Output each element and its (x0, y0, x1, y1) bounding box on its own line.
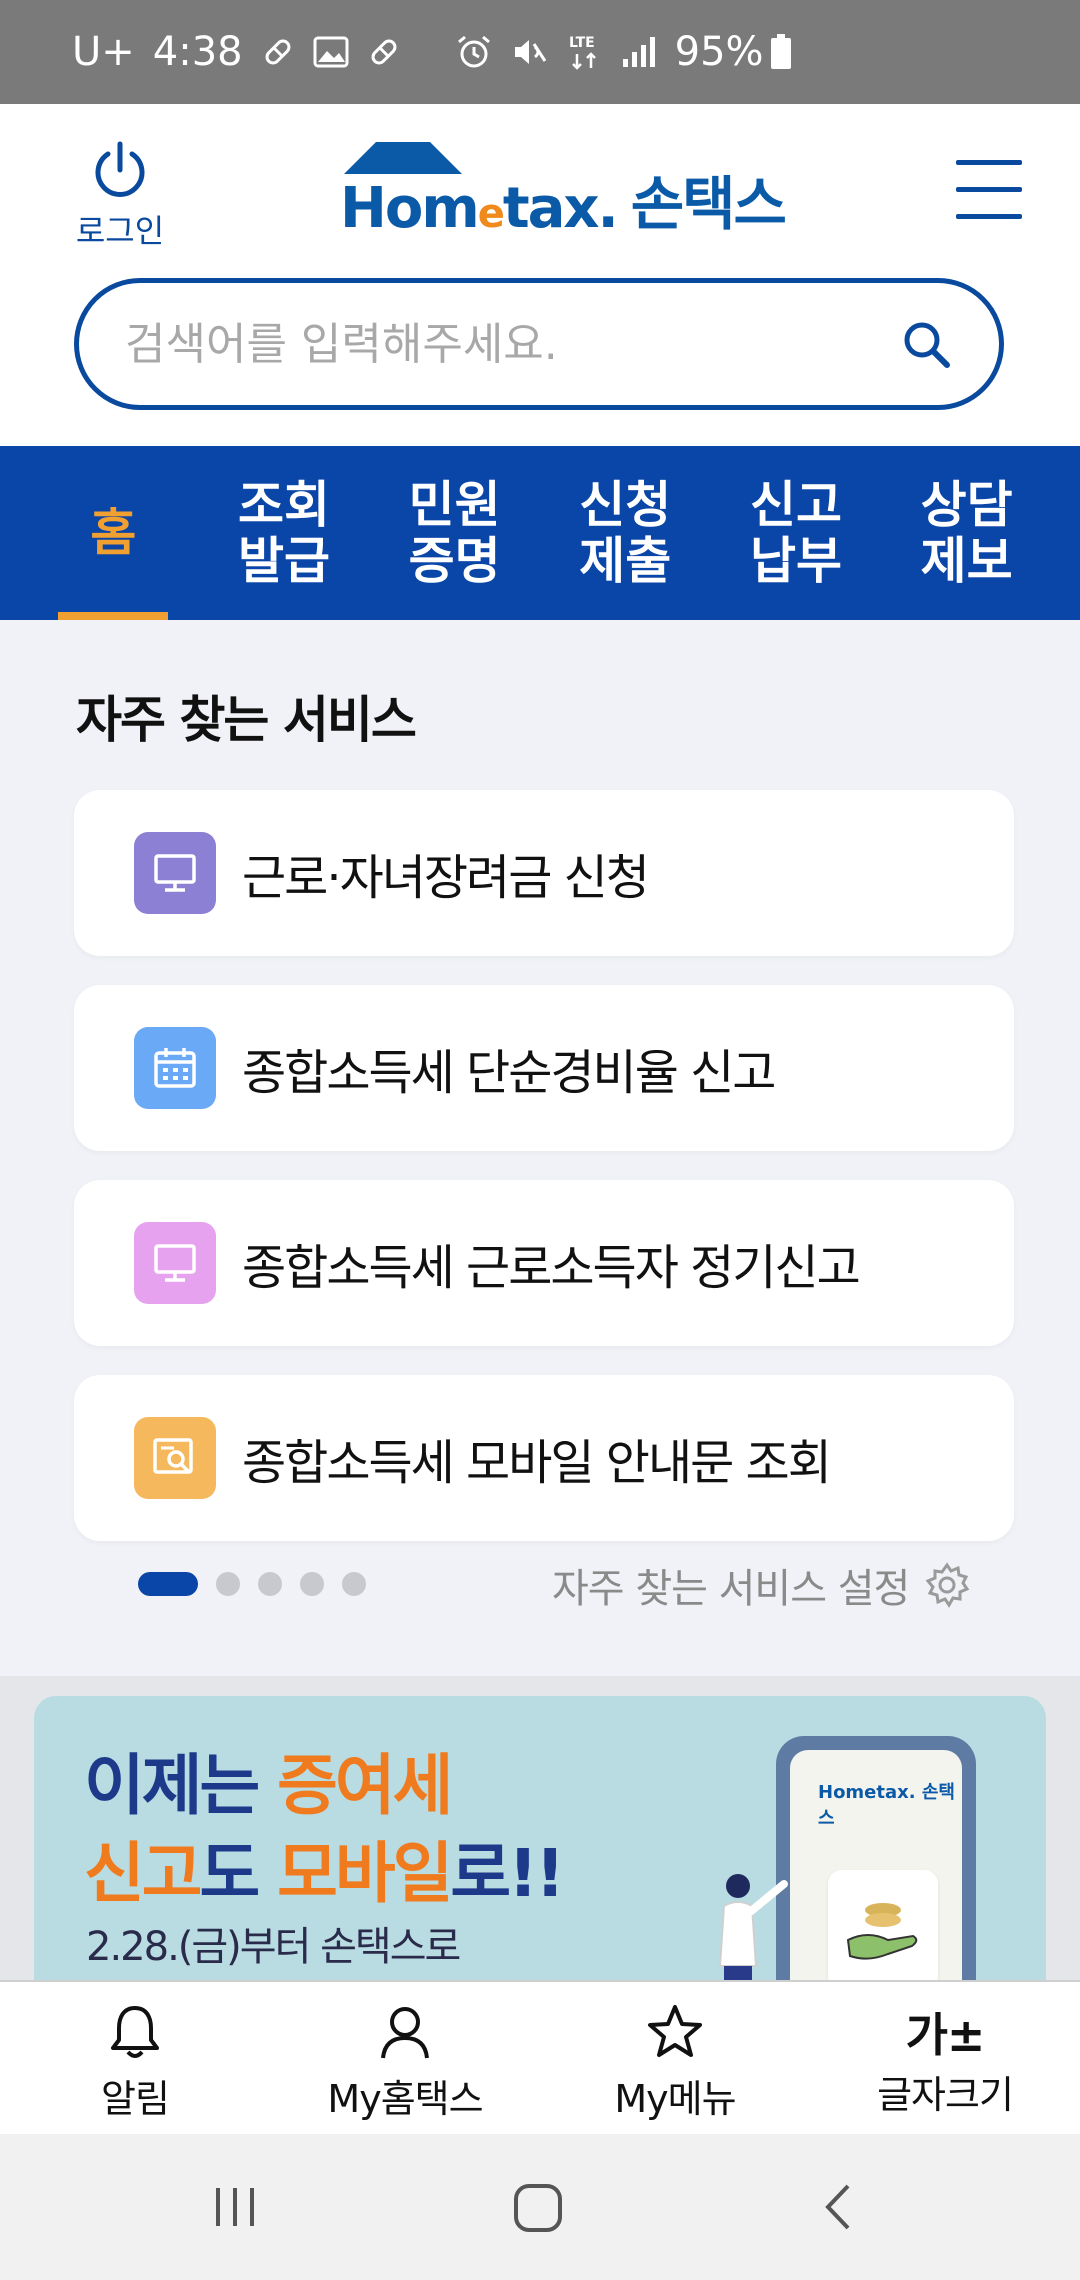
favorites-settings-link[interactable]: 자주 찾는 서비스 설정 (552, 1556, 971, 1614)
favorite-service-item[interactable]: 종합소득세 근로소득자 정기신고 (74, 1180, 1014, 1346)
text-size-icon: 가± (905, 2008, 986, 2062)
bottom-nav-text-size[interactable]: 가± 글자크기 (810, 1982, 1080, 2134)
person-icon (381, 2007, 429, 2059)
favorites-title: 자주 찾는 서비스 (76, 691, 417, 749)
search-bar (74, 278, 1004, 410)
bottom-nav-label: 글자크기 (877, 2073, 1014, 2117)
login-label: 로그인 (75, 212, 165, 250)
tab-civil-certificate[interactable]: 민원 증명 (390, 446, 520, 620)
home-icon[interactable] (512, 2182, 564, 2234)
bottom-nav-my-menu[interactable]: My메뉴 (540, 1982, 810, 2134)
pager-dot[interactable] (342, 1572, 366, 1596)
banner-line3: 2.28.(금)부터 손택스로 (86, 1924, 461, 1970)
bottom-nav-label: 알림 (101, 2077, 170, 2121)
battery-level: 95% (674, 29, 764, 75)
logo-e: e (477, 191, 505, 237)
pager-dot[interactable] (216, 1572, 240, 1596)
clock: 4:38 (152, 29, 243, 75)
search-input[interactable] (125, 311, 885, 377)
promo-banner-area: 이제는 증여세 신고도 모바일로!! 2.28.(금)부터 손택스로 Homet… (0, 1676, 1080, 1996)
phone-logo: Hometax. 손택스 (818, 1782, 955, 1829)
pill-icon (261, 35, 295, 69)
logo-brand: 손택스 (630, 170, 787, 238)
signal-icon (621, 35, 657, 69)
image-icon (313, 36, 349, 68)
house-roof-icon (344, 142, 462, 174)
tab-apply-submit[interactable]: 신청 제출 (560, 446, 690, 620)
alarm-icon (455, 34, 493, 70)
battery-icon (770, 34, 792, 70)
status-bar: U+ 4:38 LTE 95% (0, 0, 1080, 104)
pager-dot[interactable] (258, 1572, 282, 1596)
carrier: U+ (72, 29, 135, 75)
favorite-service-item[interactable]: 종합소득세 모바일 안내문 조회 (74, 1375, 1014, 1541)
login-button[interactable]: 로그인 (68, 140, 172, 252)
tab-inquiry-issue[interactable]: 조회 발급 (219, 446, 349, 620)
favorite-service-label: 근로·자녀장려금 신청 (242, 850, 650, 906)
favorite-service-label: 종합소득세 근로소득자 정기신고 (242, 1240, 861, 1296)
bottom-nav-my-hometax[interactable]: My홈택스 (270, 1982, 540, 2134)
back-icon[interactable] (818, 2182, 858, 2232)
monitor-icon (134, 832, 216, 914)
lte-icon: LTE (567, 32, 603, 72)
hand-coin-icon (828, 1870, 938, 1990)
power-icon (95, 141, 145, 197)
search-icon[interactable] (899, 317, 955, 373)
hamburger-menu-icon[interactable] (956, 160, 1022, 220)
tab-consult-report[interactable]: 상담 제보 (902, 446, 1032, 620)
favorite-service-label: 종합소득세 모바일 안내문 조회 (242, 1435, 832, 1491)
bottom-nav-label: My홈택스 (327, 2077, 483, 2121)
favorites-settings-label: 자주 찾는 서비스 설정 (552, 1566, 910, 1612)
hometax-logo[interactable]: Hometax. 손택스 (340, 142, 787, 241)
favorite-service-item[interactable]: 종합소득세 단순경비율 신고 (74, 985, 1014, 1151)
gear-icon (925, 1562, 970, 1608)
tab-report-pay[interactable]: 신고 납부 (731, 446, 861, 620)
main-nav-tabs: 홈 조회 발급 민원 증명 신청 제출 신고 납부 상담 제보 (0, 446, 1080, 620)
lte-label: LTE (569, 35, 595, 51)
bell-icon (111, 2006, 159, 2058)
person-illustration (718, 1874, 788, 1996)
calendar-icon (134, 1027, 216, 1109)
header: 로그인 Hometax. 손택스 (0, 104, 1080, 446)
pager-dot[interactable] (300, 1572, 324, 1596)
bottom-nav-label: My메뉴 (614, 2077, 736, 2121)
bottom-nav-alerts[interactable]: 알림 (0, 1982, 270, 2134)
banner-line1: 이제는 증여세 (84, 1747, 453, 1824)
pill-icon (367, 35, 401, 69)
promo-banner[interactable]: 이제는 증여세 신고도 모바일로!! 2.28.(금)부터 손택스로 Homet… (34, 1696, 1046, 1996)
logo-home: Hom (340, 176, 480, 241)
phone-illustration: Hometax. 손택스 (776, 1736, 976, 1996)
logo-tax: tax. (502, 176, 619, 241)
pager-dot-active[interactable] (138, 1572, 198, 1596)
banner-line2: 신고도 모바일로!! (84, 1835, 565, 1912)
bottom-nav: 알림 My홈택스 My메뉴 가± 글자크기 (0, 1980, 1080, 2134)
logo-hometax: Hometax. (340, 176, 619, 241)
mute-icon (511, 35, 549, 69)
tab-home[interactable]: 홈 (48, 446, 178, 620)
favorite-service-item[interactable]: 근로·자녀장려금 신청 (74, 790, 1014, 956)
recent-apps-icon[interactable] (210, 2182, 260, 2232)
document-search-icon (134, 1417, 216, 1499)
monitor-icon (134, 1222, 216, 1304)
carousel-pager (138, 1572, 384, 1596)
star-icon (648, 2005, 702, 2057)
system-nav-bar (0, 2134, 1080, 2280)
favorite-service-label: 종합소득세 단순경비율 신고 (242, 1045, 776, 1101)
